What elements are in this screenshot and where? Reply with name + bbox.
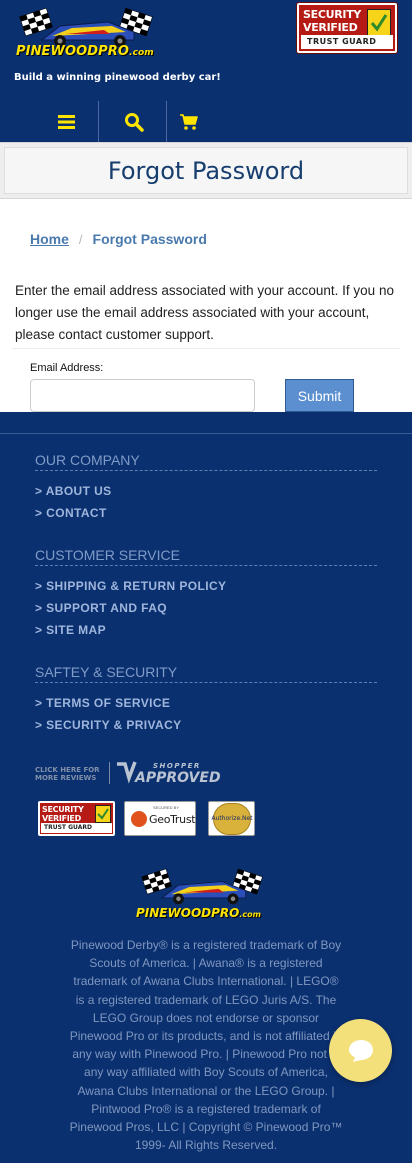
cart-icon xyxy=(180,113,198,130)
chat-button[interactable] xyxy=(329,1019,392,1082)
trust-guard-badge[interactable]: SECURITY VERIFIED TRUST GUARD xyxy=(297,3,397,53)
checkmark-icon xyxy=(367,9,391,37)
badge-line-2: VERIFIED xyxy=(303,21,358,34)
breadcrumb: Home / Forgot Password xyxy=(30,231,207,247)
breadcrumb-separator: / xyxy=(78,231,83,247)
footer-heading-company: OUR COMPANY xyxy=(35,452,377,471)
legal-text: Pinewood Derby® is a registered trademar… xyxy=(69,938,343,1153)
race-car-logo-icon xyxy=(141,868,263,905)
footer-link-security-privacy[interactable]: > SECURITY & PRIVACY xyxy=(35,718,182,732)
geotrust-logo-icon xyxy=(131,811,147,827)
geotrust-badge[interactable]: SECURED BY GeoTrust xyxy=(124,801,196,836)
email-label: Email Address: xyxy=(30,362,104,374)
footer-logo-text[interactable]: PINEWOODPRO.com xyxy=(136,906,261,920)
footer-link-about-us[interactable]: > ABOUT US xyxy=(35,484,112,498)
breadcrumb-home-link[interactable]: Home xyxy=(30,231,69,247)
mobile-nav xyxy=(0,101,412,142)
trust-guard-footer-badge[interactable]: SECURITY VERIFIED TRUST GUARD xyxy=(38,801,115,836)
shopper-approved-reviews-link: CLICK HERE FOR MORE REVIEWS xyxy=(35,766,100,782)
page-title: Forgot Password xyxy=(107,156,305,185)
badge-line-1: SECURITY xyxy=(303,8,362,21)
page-title-band: Forgot Password xyxy=(0,142,412,199)
menu-button[interactable] xyxy=(35,101,99,142)
footer-link-support-faq[interactable]: > SUPPORT AND FAQ xyxy=(35,601,167,615)
cart-button[interactable] xyxy=(157,101,221,142)
footer-link-site-map[interactable]: > SITE MAP xyxy=(35,623,106,637)
footer-heading-customer-service: CUSTOMER SERVICE xyxy=(35,547,377,566)
site-header: PINEWOODPRO.com Build a winning pinewood… xyxy=(0,0,412,142)
footer-divider xyxy=(0,433,412,434)
page-title-container: Forgot Password xyxy=(4,147,408,194)
instructions-text: Enter the email address associated with … xyxy=(15,283,394,342)
checkmark-icon xyxy=(95,805,111,823)
breadcrumb-current: Forgot Password xyxy=(92,231,207,247)
footer-link-terms[interactable]: > TERMS OF SERVICE xyxy=(35,696,170,710)
shopper-approved-check-icon xyxy=(117,761,137,784)
shopper-approved-divider xyxy=(109,762,110,784)
site-logo-text[interactable]: PINEWOODPRO.com xyxy=(16,44,154,59)
chat-bubble-icon xyxy=(348,1039,373,1062)
footer-heading-security: SAFTEY & SECURITY xyxy=(35,664,377,683)
submit-button[interactable]: Submit xyxy=(285,379,354,412)
footer-link-shipping-return[interactable]: > SHIPPING & RETURN POLICY xyxy=(35,579,226,593)
nav-divider xyxy=(98,101,99,142)
email-field[interactable] xyxy=(30,379,255,412)
footer-link-contact[interactable]: > CONTACT xyxy=(35,506,107,520)
tagline: Build a winning pinewood derby car! xyxy=(14,72,221,83)
shopper-approved-approved: APPROVED xyxy=(135,770,221,786)
menu-icon xyxy=(58,114,75,129)
search-icon xyxy=(125,112,144,132)
shopper-approved-shopper: SHOPPER xyxy=(153,762,201,770)
authorize-net-badge[interactable]: Authorize.Net xyxy=(208,801,255,836)
shopper-approved-badge[interactable]: CLICK HERE FOR MORE REVIEWS SHOPPER APPR… xyxy=(35,756,235,792)
badge-bottom-text: TRUST GUARD xyxy=(301,35,393,49)
divider xyxy=(12,348,400,349)
